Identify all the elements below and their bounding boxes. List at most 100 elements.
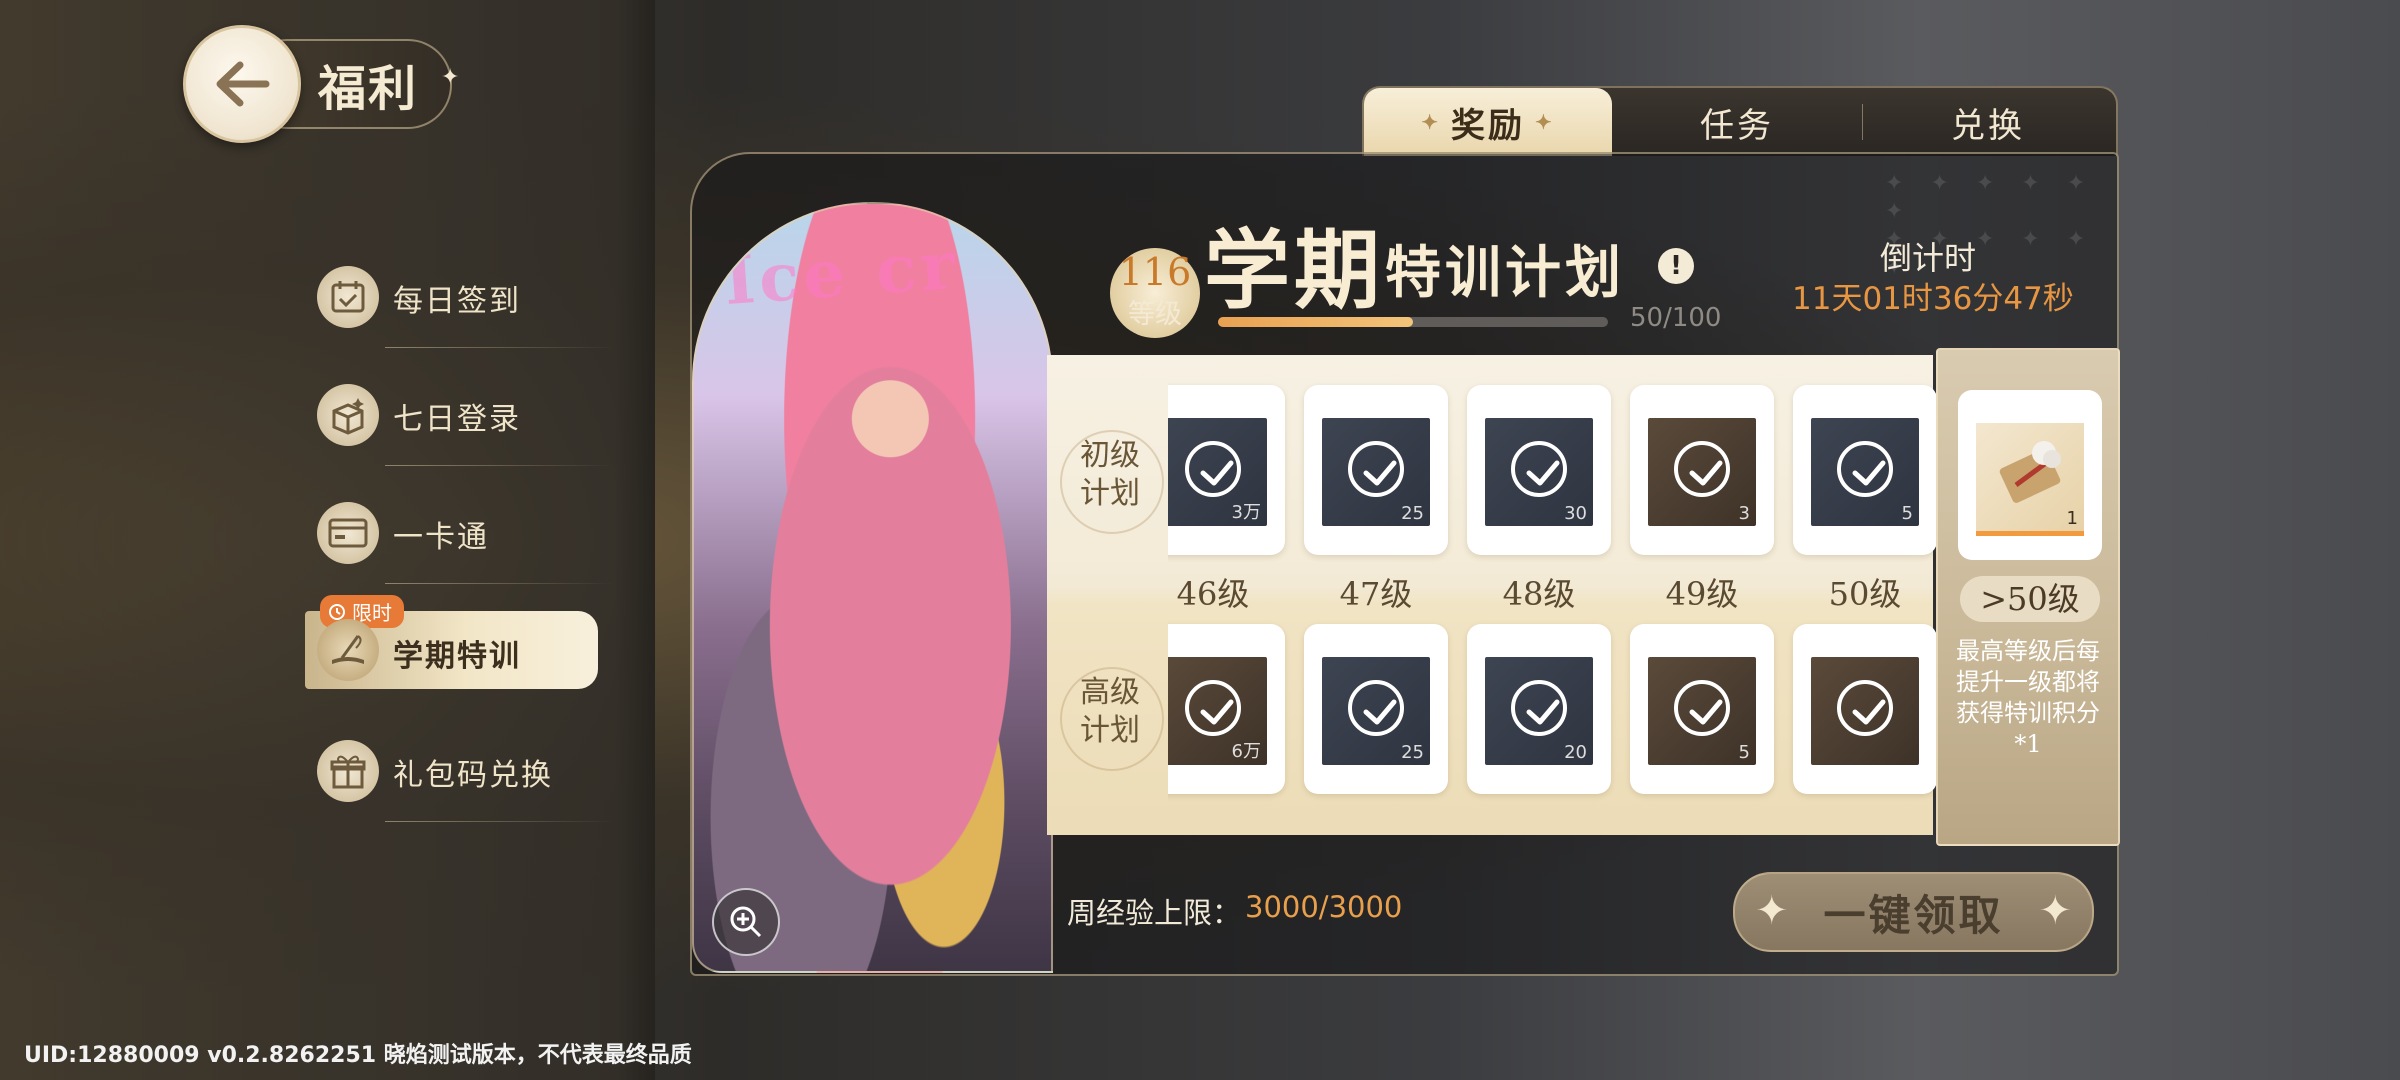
sidebar-item-label: 每日签到 bbox=[393, 284, 521, 319]
reward-cell-advanced[interactable]: 25 bbox=[1304, 624, 1448, 794]
claimed-check-icon bbox=[1185, 441, 1241, 497]
basic-plan-label: 初级 计划 bbox=[1080, 438, 1140, 511]
reward-item: 3万 bbox=[1168, 418, 1267, 526]
tab-tasks[interactable]: 任务 bbox=[1612, 88, 1862, 156]
sparkle-icon: ✦ bbox=[1755, 888, 1789, 934]
sidebar-item-daily-signin[interactable]: 每日签到 bbox=[305, 248, 615, 348]
divider bbox=[385, 347, 615, 348]
sidebar-item-seven-day-login[interactable]: 七日登录 bbox=[305, 366, 615, 466]
sidebar-item-label: 一卡通 bbox=[393, 520, 489, 555]
item-qty: 30 bbox=[1564, 503, 1587, 524]
tab-bar: ✦ 奖励 ✦ 任务 兑换 bbox=[1362, 86, 2118, 156]
sidebar-item-card[interactable]: 一卡通 bbox=[305, 484, 615, 584]
level-label-48: 48级 bbox=[1502, 575, 1576, 613]
claimed-check-icon bbox=[1348, 680, 1404, 736]
claim-all-label: 一键领取 bbox=[1823, 890, 2004, 940]
sidebar-item-gift-code[interactable]: 礼包码兑换 bbox=[305, 722, 615, 822]
reward-cell-basic[interactable]: 3万 bbox=[1168, 385, 1285, 555]
back-button[interactable]: 福利 ✦ bbox=[183, 25, 459, 143]
reward-item: 25 bbox=[1322, 657, 1430, 765]
reward-item: 3 bbox=[1648, 418, 1756, 526]
item-qty: 20 bbox=[1564, 742, 1587, 763]
level-label-50: 50级 bbox=[1828, 575, 1902, 613]
sparkle-icon: ✦ bbox=[1421, 110, 1441, 134]
claimed-check-icon bbox=[1185, 680, 1241, 736]
level-label-46: 46级 bbox=[1176, 575, 1250, 613]
reward-cell-advanced[interactable]: 6万 bbox=[1168, 624, 1285, 794]
tab-exchange[interactable]: 兑换 bbox=[1862, 88, 2114, 156]
build-info-text: UID:12880009 v0.2.8262251 晓焰测试版本，不代表最终品质 bbox=[24, 1043, 692, 1068]
level-label: 等级 bbox=[1128, 299, 1182, 330]
book-quill-icon bbox=[317, 619, 379, 681]
zoom-in-icon bbox=[730, 906, 762, 938]
plan-title-sub: 特训计划 bbox=[1385, 240, 1625, 306]
item-qty: 1 bbox=[2066, 508, 2078, 529]
reward-cell-basic[interactable]: 25 bbox=[1304, 385, 1448, 555]
back-arrow-icon[interactable] bbox=[183, 25, 301, 143]
claimed-check-icon bbox=[1674, 680, 1730, 736]
level-label-47: 47级 bbox=[1339, 575, 1413, 613]
xp-progress-fill bbox=[1218, 317, 1413, 327]
tab-label: 任务 bbox=[1700, 105, 1774, 146]
claimed-check-icon bbox=[1674, 441, 1730, 497]
sparkle-icon: ✦ bbox=[1535, 110, 1555, 134]
card-icon bbox=[317, 502, 379, 564]
sidebar-item-label: 礼包码兑换 bbox=[393, 758, 553, 793]
reward-grid: 3万 25 30 3 5 46级 47级 48级 49级 50级 6万 25 2… bbox=[1168, 380, 1938, 810]
max-level-label: >50级 bbox=[1960, 576, 2100, 622]
star-decoration: ✦ ✦ ✦ ✦ ✦ ✦ ✦ ✦ ✦ ✦ ✦ ✦ bbox=[1885, 171, 2096, 280]
divider bbox=[385, 821, 615, 822]
max-level-reward-column: 1 >50级 最高等级后每提升一级都将获得特训积分*1 bbox=[1936, 348, 2120, 846]
claimed-check-icon bbox=[1348, 441, 1404, 497]
plan-title-main: 学期 bbox=[1204, 220, 1384, 321]
divider bbox=[385, 583, 615, 584]
gift-icon bbox=[317, 740, 379, 802]
item-qty: 25 bbox=[1401, 503, 1424, 524]
reward-cell-basic[interactable]: 5 bbox=[1793, 385, 1937, 555]
claimed-check-icon bbox=[1837, 441, 1893, 497]
reward-item: 5 bbox=[1811, 418, 1919, 526]
weekly-xp-label: 周经验上限： bbox=[1067, 896, 1242, 930]
item-qty: 5 bbox=[1901, 503, 1913, 524]
scroll-reward-item: 1 bbox=[1976, 423, 2084, 536]
reward-cell-advanced[interactable] bbox=[1793, 624, 1937, 794]
calendar-check-icon bbox=[317, 266, 379, 328]
level-number: 116 bbox=[1118, 250, 1192, 294]
clock-icon bbox=[329, 603, 345, 620]
item-qty: 6万 bbox=[1231, 741, 1261, 762]
reward-cell-advanced[interactable]: 5 bbox=[1630, 624, 1774, 794]
reward-cell-basic[interactable]: 30 bbox=[1467, 385, 1611, 555]
claimed-check-icon bbox=[1511, 680, 1567, 736]
background-sign: Ice cr bbox=[721, 225, 962, 321]
reward-cell-basic[interactable]: 3 bbox=[1630, 385, 1774, 555]
sparkle-icon: ✦ bbox=[441, 65, 460, 90]
gift-box-sparkle-icon bbox=[317, 384, 379, 446]
reward-cell-advanced[interactable]: 20 bbox=[1467, 624, 1611, 794]
zoom-in-button[interactable] bbox=[712, 888, 780, 956]
claimed-check-icon bbox=[1837, 680, 1893, 736]
reward-item: 6万 bbox=[1168, 657, 1267, 765]
item-qty: 5 bbox=[1738, 742, 1750, 763]
info-icon[interactable]: ! bbox=[1658, 248, 1694, 284]
item-qty: 25 bbox=[1401, 742, 1424, 763]
xp-text: 50/100 bbox=[1630, 303, 1722, 333]
advanced-plan-label: 高级 计划 bbox=[1080, 675, 1140, 748]
xp-progress-bar bbox=[1218, 317, 1608, 327]
divider bbox=[385, 465, 615, 466]
claimed-check-icon bbox=[1511, 441, 1567, 497]
reward-item: 30 bbox=[1485, 418, 1593, 526]
max-level-description: 最高等级后每提升一级都将获得特训积分*1 bbox=[1956, 637, 2100, 758]
sidebar-item-semester-training[interactable]: 限时 学期特训 bbox=[305, 595, 598, 689]
sidebar-item-label: 学期特训 bbox=[393, 639, 521, 674]
tab-label: 兑换 bbox=[1951, 105, 2025, 146]
item-qty: 3万 bbox=[1231, 502, 1261, 523]
weekly-xp-value: 3000/3000 bbox=[1245, 890, 1403, 924]
reward-item bbox=[1811, 657, 1919, 765]
tab-rewards[interactable]: ✦ 奖励 ✦ bbox=[1364, 88, 1612, 156]
character-artwork: Ice cr bbox=[692, 202, 1053, 973]
reward-item: 25 bbox=[1322, 418, 1430, 526]
level-label-49: 49级 bbox=[1665, 575, 1739, 613]
tab-label: 奖励 bbox=[1451, 105, 1525, 146]
claim-all-button[interactable]: ✦ 一键领取 ✦ bbox=[1733, 872, 2094, 952]
max-level-reward-cell[interactable]: 1 bbox=[1958, 390, 2102, 560]
